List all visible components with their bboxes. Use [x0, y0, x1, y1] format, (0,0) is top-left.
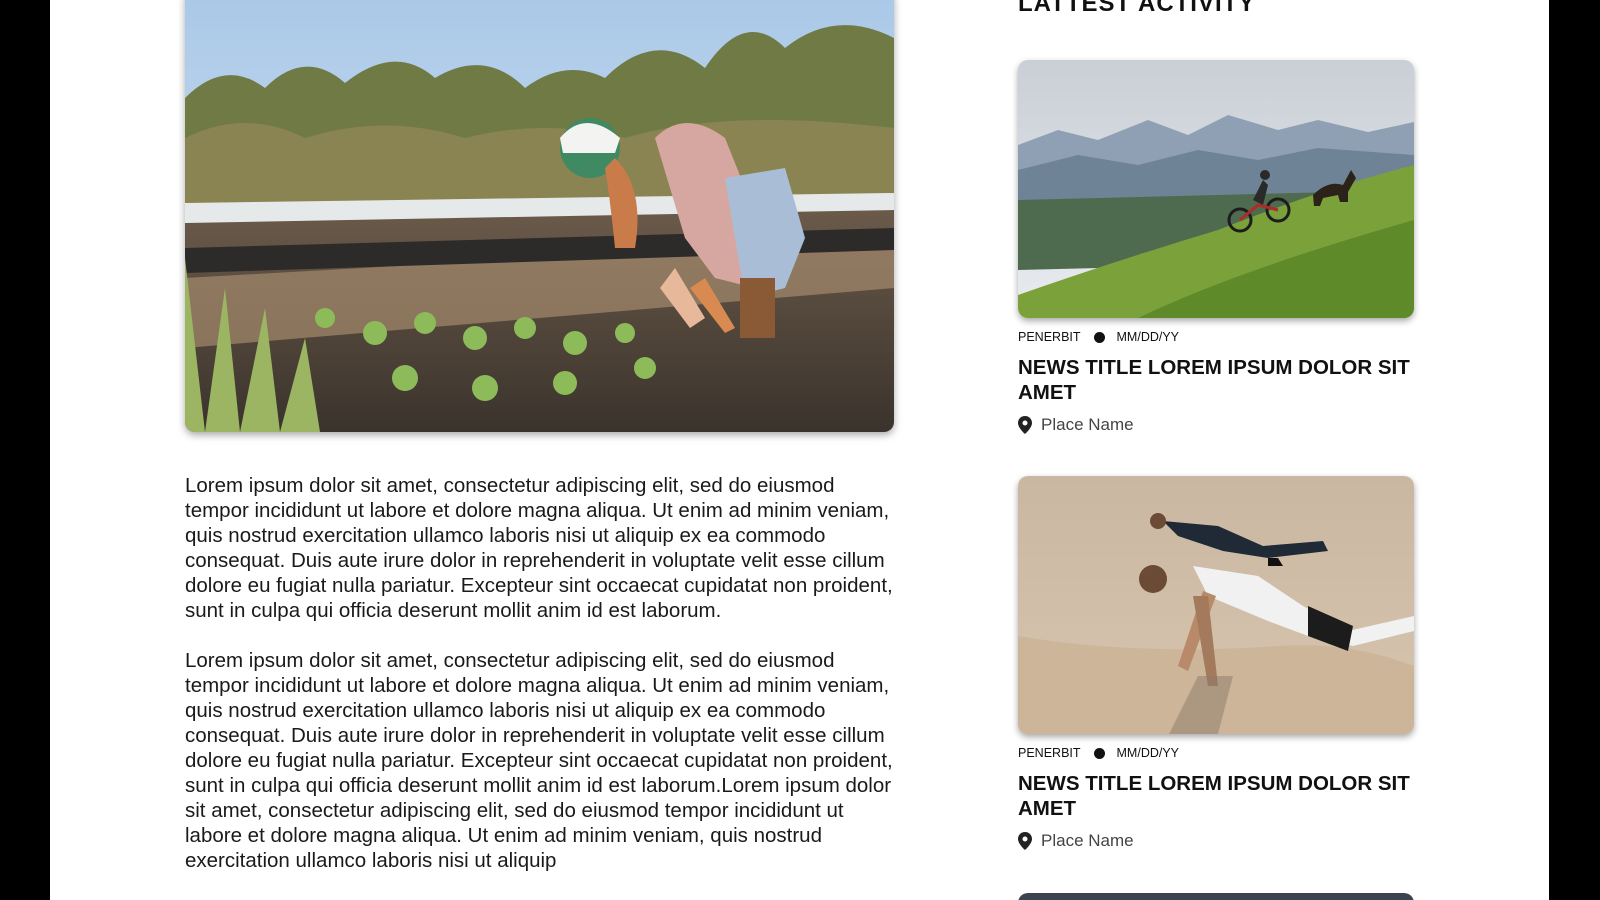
card-source: PENERBIT	[1018, 330, 1081, 344]
mountain-bike-photo	[1018, 60, 1414, 318]
article-body: Lorem ipsum dolor sit amet, consectetur …	[185, 473, 897, 898]
card-date: MM/DD/YY	[1116, 330, 1180, 344]
card-meta: PENERBIT MM/DD/YY	[1018, 330, 1414, 344]
map-pin-icon	[1018, 832, 1032, 850]
card-date: MM/DD/YY	[1116, 746, 1180, 760]
card-meta: PENERBIT MM/DD/YY	[1018, 746, 1414, 760]
card-image[interactable]	[1018, 60, 1414, 318]
article-paragraph: Lorem ipsum dolor sit amet, consectetur …	[185, 474, 893, 622]
sidebar-title: LATTEST ACTIVITY	[1018, 0, 1256, 17]
card-image[interactable]	[1018, 476, 1414, 734]
activity-card[interactable]: PENERBIT MM/DD/YY NEWS TITLE LOREM IPSUM…	[1018, 60, 1414, 435]
card-place: Place Name	[1018, 415, 1414, 435]
farmer-planting-photo	[185, 0, 894, 432]
article-page: Lorem ipsum dolor sit amet, consectetur …	[50, 0, 1549, 900]
card-title-link[interactable]: NEWS TITLE LOREM IPSUM DOLOR SIT AMET	[1018, 355, 1414, 405]
card-place: Place Name	[1018, 831, 1414, 851]
separator-dot-icon	[1093, 331, 1105, 343]
hero-image	[185, 0, 894, 432]
map-pin-icon	[1018, 416, 1032, 434]
article-paragraph: Lorem ipsum dolor sit amet, consectetur …	[185, 649, 893, 872]
card-place-name: Place Name	[1041, 831, 1134, 850]
card-title-link[interactable]: NEWS TITLE LOREM IPSUM DOLOR SIT AMET	[1018, 771, 1414, 821]
card-place-name: Place Name	[1041, 415, 1134, 434]
activity-card-partial[interactable]	[1018, 893, 1414, 900]
beach-pushup-photo	[1018, 476, 1414, 734]
activity-card[interactable]: PENERBIT MM/DD/YY NEWS TITLE LOREM IPSUM…	[1018, 476, 1414, 851]
viewport: Lorem ipsum dolor sit amet, consectetur …	[0, 0, 1600, 900]
separator-dot-icon	[1093, 747, 1105, 759]
card-source: PENERBIT	[1018, 746, 1081, 760]
